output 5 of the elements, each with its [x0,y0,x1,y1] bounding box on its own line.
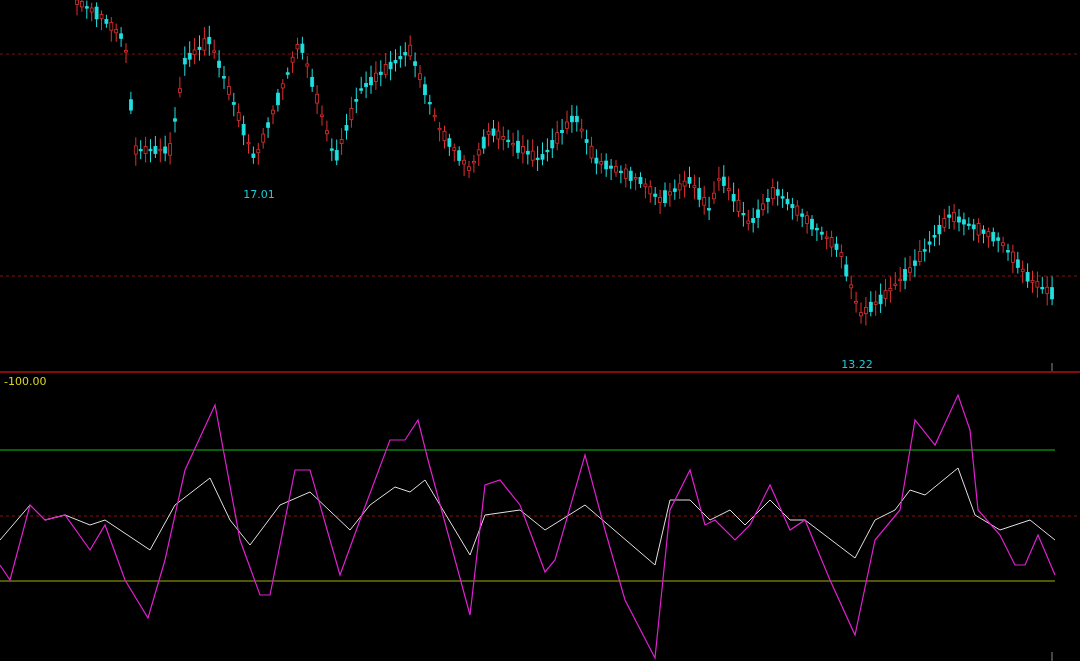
price-label: 13.22 [841,358,873,371]
scale-label: -100.00 [4,375,47,388]
tick-mark [1051,651,1053,661]
price-label: 17.01 [243,188,275,201]
tick-mark [1051,362,1053,372]
